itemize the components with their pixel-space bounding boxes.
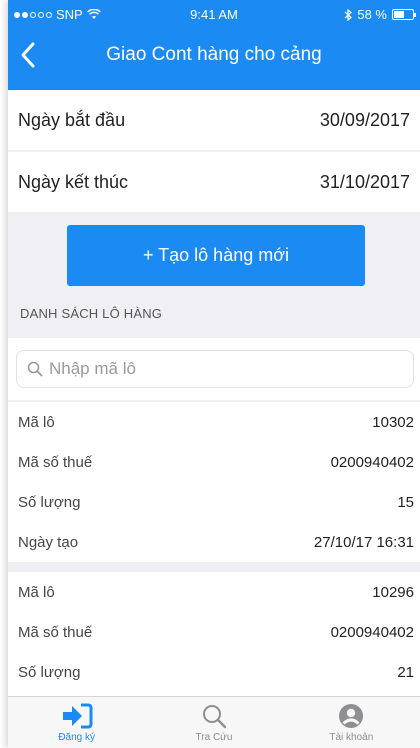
tab-lookup[interactable]: Tra Cứu [145, 697, 282, 748]
created-date-value: 27/10/17 16:31 [313, 533, 414, 551]
lot-id-label: Mã lô [18, 413, 55, 431]
tab-register[interactable]: Đăng ký [8, 697, 145, 748]
tax-code-value: 0200940402 [330, 453, 414, 471]
app-screen: SNP 9:41 AM 58 % Giao Cont hàng cho cảng… [8, 0, 420, 748]
battery-icon [392, 9, 416, 20]
tax-code-row: Mã số thuế 0200940402 [8, 442, 420, 482]
quantity-label: Số lượng [18, 493, 81, 511]
start-date-value: 30/09/2017 [319, 109, 410, 130]
end-date-row[interactable]: Ngày kết thúc 31/10/2017 [8, 152, 420, 212]
section-title: DANH SÁCH LÔ HÀNG [20, 306, 163, 321]
tab-lookup-label: Tra Cứu [195, 732, 233, 743]
tab-register-label: Đăng ký [58, 732, 95, 743]
search-input[interactable] [49, 359, 389, 379]
status-right: 58 % [344, 7, 416, 22]
tax-code-label: Mã số thuế [18, 623, 93, 641]
tab-bar: Đăng ký Tra Cứu Tài khoản [8, 696, 420, 748]
search-bar-container [8, 338, 420, 400]
top-bar: SNP 9:41 AM 58 % Giao Cont hàng cho cảng [8, 0, 420, 90]
quantity-row: Số lượng 21 [8, 652, 420, 692]
lot-card[interactable]: Mã lô 10302 Mã số thuế 0200940402 Số lượ… [8, 402, 420, 562]
user-icon [339, 704, 364, 728]
create-lot-button[interactable]: + Tạo lô hàng mới [67, 225, 365, 286]
tax-code-value: 0200940402 [330, 623, 414, 641]
bluetooth-icon [344, 8, 353, 21]
end-date-value: 31/10/2017 [319, 171, 410, 192]
created-date-label: Ngày tạo [18, 533, 79, 551]
search-field[interactable] [16, 350, 414, 388]
lot-id-row: Mã lô 10296 [8, 572, 420, 612]
tax-code-row: Mã số thuế 0200940402 [8, 612, 420, 652]
tab-account[interactable]: Tài khoản [283, 697, 420, 748]
nav-bar: Giao Cont hàng cho cảng [8, 34, 420, 80]
status-bar: SNP 9:41 AM 58 % [8, 0, 420, 34]
start-date-label: Ngày bắt đầu [18, 109, 126, 130]
sign-in-icon [62, 703, 93, 729]
page-title: Giao Cont hàng cho cảng [106, 44, 322, 65]
search-icon [27, 361, 43, 377]
lot-id-value: 10296 [372, 583, 414, 601]
tab-account-label: Tài khoản [329, 732, 374, 743]
quantity-value: 21 [397, 663, 414, 681]
quantity-label: Số lượng [18, 663, 81, 681]
tax-code-label: Mã số thuế [18, 453, 93, 471]
end-date-label: Ngày kết thúc [18, 171, 129, 192]
quantity-row: Số lượng 15 [8, 482, 420, 522]
battery-percent: 58 % [357, 7, 387, 22]
start-date-row[interactable]: Ngày bắt đầu 30/09/2017 [8, 90, 420, 150]
created-date-row: Ngày tạo 27/10/17 16:31 [8, 522, 420, 562]
lot-card[interactable]: Mã lô 10296 Mã số thuế 0200940402 Số lượ… [8, 572, 420, 696]
search-icon [202, 705, 227, 729]
lot-id-value: 10302 [372, 413, 414, 431]
quantity-value: 15 [397, 493, 414, 511]
lot-id-label: Mã lô [18, 583, 55, 601]
lot-id-row: Mã lô 10302 [8, 402, 420, 442]
